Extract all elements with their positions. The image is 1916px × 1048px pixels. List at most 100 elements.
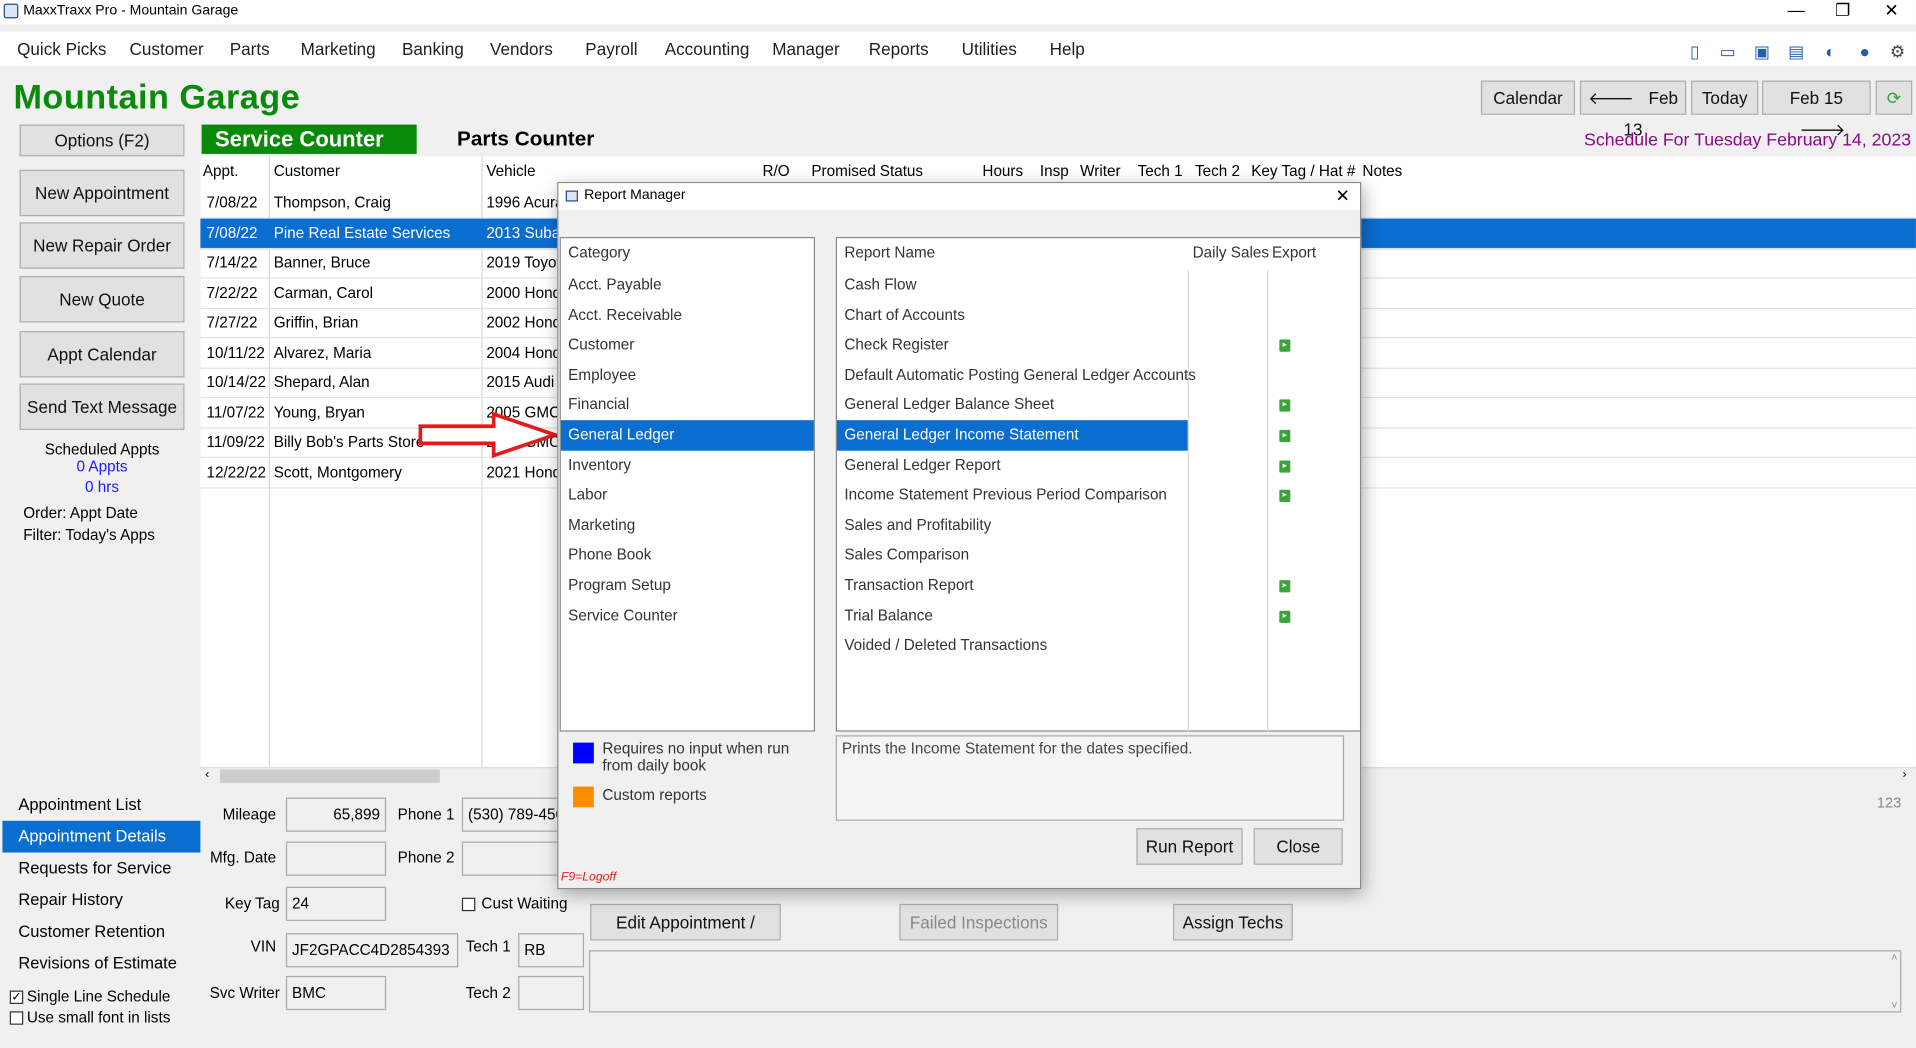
col-writer[interactable]: Writer <box>1080 162 1120 179</box>
door-icon[interactable]: ▯ <box>1685 42 1705 62</box>
col-appt[interactable]: Appt. <box>203 162 239 179</box>
tech2-field[interactable] <box>518 975 585 1011</box>
dialog-close-icon[interactable]: ✕ <box>1336 186 1350 207</box>
report-item[interactable]: Default Automatic Posting General Ledger… <box>837 360 1360 390</box>
category-item[interactable]: Acct. Receivable <box>561 300 814 330</box>
close-dialog-button[interactable]: Close <box>1253 828 1343 865</box>
scroll-right-icon[interactable]: › <box>1902 768 1906 781</box>
mfg-date-field[interactable] <box>285 841 387 876</box>
menu-parts[interactable]: Parts <box>230 39 270 59</box>
single-line-checkbox[interactable]: ✓ <box>9 990 24 1004</box>
col-insp[interactable]: Insp <box>1040 162 1069 179</box>
today-button[interactable]: Today <box>1691 80 1759 115</box>
failed-inspections-button[interactable]: Failed Inspections <box>899 903 1059 941</box>
export-icon[interactable]: ▸ <box>1279 610 1291 623</box>
menu-banking[interactable]: Banking <box>402 39 464 59</box>
close-window-button[interactable]: ✕ <box>1873 0 1910 24</box>
nav-requests-for-service[interactable]: Requests for Service <box>2 853 200 885</box>
col-customer[interactable]: Customer <box>274 162 340 179</box>
tech1-field[interactable]: RB <box>518 933 585 968</box>
menu-help[interactable]: Help <box>1050 39 1085 59</box>
report-item[interactable]: Cash Flow <box>837 270 1360 300</box>
col-tech2[interactable]: Tech 2 <box>1195 162 1240 179</box>
nav-revisions-of-estimate[interactable]: Revisions of Estimate <box>2 948 200 980</box>
vin-field[interactable]: JF2GPACC4D2854393 <box>285 933 459 968</box>
mileage-field[interactable]: 65,899 <box>285 797 387 832</box>
report-item[interactable]: General Ledger Report ▸ <box>837 450 1360 480</box>
menu-utilities[interactable]: Utilities <box>962 39 1017 59</box>
report-item[interactable]: General Ledger Balance Sheet ▸ <box>837 390 1360 420</box>
scroll-thumb[interactable] <box>219 769 440 783</box>
save-icon[interactable]: ▣ <box>1752 42 1772 62</box>
category-item[interactable]: Inventory <box>561 450 814 480</box>
new-quote-button[interactable]: New Quote <box>19 276 185 323</box>
category-item[interactable]: Marketing <box>561 510 814 540</box>
run-report-button[interactable]: Run Report <box>1136 828 1243 865</box>
tab-service-counter[interactable]: Service Counter <box>201 124 417 154</box>
col-ro[interactable]: R/O <box>762 162 789 179</box>
menu-customer[interactable]: Customer <box>130 39 204 59</box>
new-repair-order-button[interactable]: New Repair Order <box>19 222 185 269</box>
export-icon[interactable]: ▸ <box>1279 489 1291 503</box>
tm-logo-icon[interactable]: ◐ <box>1821 42 1841 62</box>
col-notes[interactable]: Notes <box>1362 162 1402 179</box>
report-item[interactable]: Income Statement Previous Period Compari… <box>837 480 1360 510</box>
phone2-field[interactable] <box>461 841 560 876</box>
export-icon[interactable]: ▸ <box>1279 399 1291 413</box>
edit-appointment-notes-button[interactable]: Edit Appointment / Notes <box>590 903 781 966</box>
col-status[interactable]: Status <box>880 162 923 179</box>
calendar-button[interactable]: Calendar <box>1480 80 1576 115</box>
report-item[interactable]: Check Register ▸ <box>837 330 1360 360</box>
report-item-selected[interactable]: General Ledger Income Statement ▸ <box>837 420 1360 451</box>
category-item[interactable]: Labor <box>561 480 814 510</box>
col-vehicle[interactable]: Vehicle <box>486 162 535 179</box>
report-item[interactable]: Sales Comparison <box>837 540 1360 570</box>
menu-quick-picks[interactable]: Quick Picks <box>17 39 106 59</box>
restore-button[interactable]: ❐ <box>1824 0 1861 24</box>
send-text-message-button[interactable]: Send Text Message <box>19 383 185 430</box>
report-item[interactable]: Transaction Report ▸ <box>837 570 1360 600</box>
options-button[interactable]: Options (F2) <box>19 124 185 157</box>
category-item[interactable]: Acct. Payable <box>561 270 814 300</box>
export-icon[interactable]: ▸ <box>1279 339 1291 352</box>
cust-waiting-checkbox[interactable] <box>461 897 476 912</box>
appt-calendar-button[interactable]: Appt Calendar <box>19 330 185 378</box>
menu-vendors[interactable]: Vendors <box>490 39 553 59</box>
scroll-left-icon[interactable]: ‹ <box>205 768 209 781</box>
menu-payroll[interactable]: Payroll <box>585 39 637 59</box>
export-icon[interactable]: ▸ <box>1279 459 1291 473</box>
col-promised[interactable]: Promised <box>811 162 876 179</box>
category-item[interactable]: Employee <box>561 360 814 390</box>
category-item-selected[interactable]: General Ledger <box>560 420 814 451</box>
menu-manager[interactable]: Manager <box>772 39 840 59</box>
category-item[interactable]: Customer <box>561 330 814 360</box>
report-item[interactable]: Sales and Profitability <box>837 510 1360 540</box>
chat-icon[interactable]: ▭ <box>1718 42 1738 62</box>
notes-area[interactable]: ˄ ˅ <box>588 950 1902 1013</box>
category-item[interactable]: Program Setup <box>561 570 814 600</box>
clipboard-icon[interactable]: ▤ <box>1786 42 1806 62</box>
new-appointment-button[interactable]: New Appointment <box>19 169 185 217</box>
service-writer-field[interactable]: BMC <box>285 975 387 1011</box>
menu-reports[interactable]: Reports <box>869 39 929 59</box>
category-item[interactable]: Financial <box>561 390 814 420</box>
report-item[interactable]: Trial Balance ▸ <box>837 600 1360 630</box>
support-icon[interactable]: ● <box>1855 42 1875 62</box>
col-hours[interactable]: Hours <box>982 162 1023 179</box>
col-key-tag[interactable]: Key Tag / Hat # <box>1251 162 1355 179</box>
assign-techs-button[interactable]: Assign Techs <box>1173 903 1293 941</box>
key-tag-field[interactable]: 24 <box>285 886 387 921</box>
export-icon[interactable]: ▸ <box>1279 429 1291 443</box>
nav-customer-retention[interactable]: Customer Retention <box>2 916 200 948</box>
category-item[interactable]: Phone Book <box>561 540 814 570</box>
col-tech1[interactable]: Tech 1 <box>1138 162 1183 179</box>
minimize-button[interactable]: — <box>1778 0 1815 24</box>
scroll-down-icon[interactable]: ˅ <box>1891 999 1897 1011</box>
menu-accounting[interactable]: Accounting <box>665 39 750 59</box>
report-item[interactable]: Chart of Accounts <box>837 300 1360 330</box>
prev-day-button[interactable]: 🡐 Feb 13 <box>1579 80 1687 139</box>
category-item[interactable]: Service Counter <box>561 600 814 630</box>
menu-marketing[interactable]: Marketing <box>301 39 376 59</box>
phone1-field[interactable]: (530) 789-456 <box>461 797 560 832</box>
nav-appointment-details[interactable]: Appointment Details <box>2 820 201 853</box>
